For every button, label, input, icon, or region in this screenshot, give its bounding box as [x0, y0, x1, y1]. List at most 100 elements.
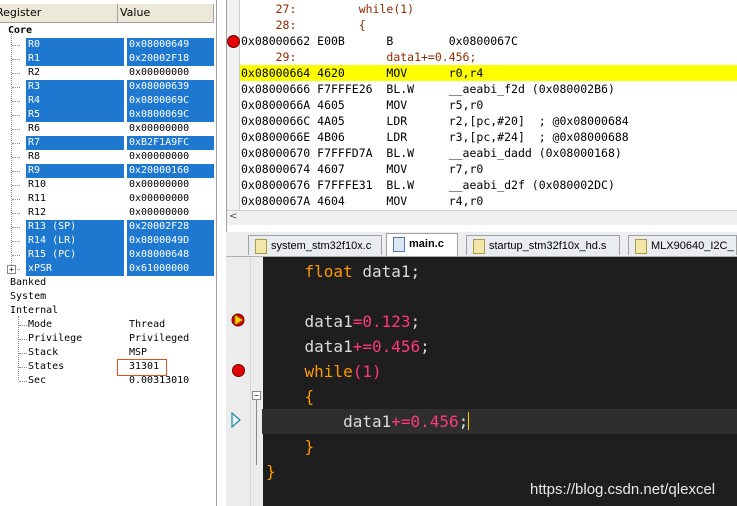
internal-name: Sec: [28, 375, 47, 386]
asm-line[interactable]: 0x0800066C 4A05 LDR r2,[pc,#20] ; @0x080…: [241, 113, 629, 129]
code-line: data1+=0.456;: [266, 337, 430, 356]
register-value[interactable]: 0x00000000: [129, 122, 189, 136]
breakpoint-icon[interactable]: [227, 35, 240, 48]
c-file-icon: [255, 239, 267, 254]
code-editor[interactable]: − float data1; data1=0.123; data1+=0.456…: [226, 257, 737, 506]
register-row[interactable]: R4 0x0800069C: [0, 94, 214, 108]
register-value[interactable]: 0x0800069C: [127, 94, 214, 108]
register-value[interactable]: 0x00000000: [129, 192, 189, 206]
register-value[interactable]: 0x0800069C: [127, 108, 214, 122]
register-column-header[interactable]: Register: [0, 4, 118, 22]
tree-branch: [12, 101, 20, 102]
value-column-header[interactable]: Value: [118, 4, 214, 22]
register-row[interactable]: R2 0x00000000: [0, 66, 214, 80]
editor-gutter[interactable]: [226, 257, 250, 506]
tab-startup-stm32f10x-hd[interactable]: startup_stm32f10x_hd.s: [466, 235, 620, 255]
internal-row[interactable]: Sec 0.00313010: [0, 374, 214, 388]
register-value[interactable]: 0x00000000: [129, 150, 189, 164]
register-row[interactable]: R11 0x00000000: [0, 192, 214, 206]
internal-row[interactable]: Mode Thread: [0, 318, 214, 332]
register-row[interactable]: R8 0x00000000: [0, 150, 214, 164]
disassembly-gutter[interactable]: [227, 0, 240, 212]
tree-branch: [12, 45, 20, 46]
tab-mlx90640-i2c[interactable]: MLX90640_I2C_: [628, 235, 737, 255]
register-value[interactable]: 0x00000000: [129, 206, 189, 220]
fold-toggle-icon[interactable]: −: [252, 391, 261, 400]
asm-line[interactable]: 0x0800067A 4604 MOV r4,r0: [241, 193, 483, 209]
register-row[interactable]: R10 0x00000000: [0, 178, 214, 192]
register-row[interactable]: R7 0xB2F1A9FC: [0, 136, 214, 150]
register-row[interactable]: R12 0x00000000: [0, 206, 214, 220]
tab-system-stm32f10x[interactable]: system_stm32f10x.c: [248, 235, 382, 255]
tab-main-c[interactable]: main.c: [386, 233, 458, 256]
asm-line[interactable]: 0x08000676 F7FFFE31 BL.W __aeabi_d2f (0x…: [241, 177, 615, 193]
register-value[interactable]: 0x0800049D: [127, 234, 214, 248]
fold-line: [256, 400, 257, 465]
asm-line[interactable]: 0x08000666 F7FFFE26 BL.W __aeabi_f2d (0x…: [241, 81, 615, 97]
register-row[interactable]: R1 0x20002F18: [0, 52, 214, 66]
register-row[interactable]: R5 0x0800069C: [0, 108, 214, 122]
register-row[interactable]: R14 (LR) 0x0800049D: [0, 234, 214, 248]
register-name: R11: [28, 193, 47, 204]
internal-value[interactable]: Privileged: [129, 332, 189, 346]
register-row[interactable]: R0 0x08000649: [0, 38, 214, 52]
internal-value[interactable]: Thread: [129, 318, 165, 332]
internal-value[interactable]: MSP: [129, 346, 147, 360]
register-value[interactable]: 0x20000160: [127, 164, 214, 178]
register-row[interactable]: R9 0x20000160: [0, 164, 214, 178]
register-name: R12: [28, 207, 47, 218]
tree-branch: [19, 381, 27, 382]
source-line[interactable]: 28: {: [241, 17, 366, 33]
asm-line[interactable]: 0x08000674 4607 MOV r7,r0: [241, 161, 483, 177]
internal-value[interactable]: 0.00313010: [129, 374, 189, 388]
expand-icon[interactable]: +: [7, 265, 16, 274]
group-banked[interactable]: Banked: [10, 276, 46, 290]
group-system[interactable]: System: [10, 290, 46, 304]
register-value[interactable]: 0xB2F1A9FC: [127, 136, 214, 150]
register-value[interactable]: 0x61000000: [127, 262, 214, 276]
asm-line[interactable]: 0x08000664 4620 MOV r0,r4: [241, 65, 483, 81]
internal-row[interactable]: States 31301: [0, 360, 214, 374]
breakpoint-icon[interactable]: [232, 364, 245, 377]
asm-file-icon: [473, 239, 485, 254]
internal-name: Stack: [28, 347, 59, 358]
register-name: R6: [28, 123, 41, 134]
code-line: }: [304, 437, 315, 456]
asm-line[interactable]: 0x08000670 F7FFFD7A BL.W __aeabi_dadd (0…: [241, 145, 622, 161]
tree-branch: [12, 255, 20, 256]
code-line: while(1): [304, 362, 382, 381]
register-row[interactable]: R15 (PC) 0x08000648: [0, 248, 214, 262]
register-name: R4: [26, 94, 124, 108]
register-name: R0: [26, 38, 124, 52]
source-line[interactable]: 27: while(1): [241, 1, 414, 17]
register-row[interactable]: R3 0x08000639: [0, 80, 214, 94]
asm-line[interactable]: 0x08000662 E00B B 0x0800067C: [241, 33, 518, 49]
register-value[interactable]: 0x08000639: [127, 80, 214, 94]
register-value[interactable]: 0x00000000: [129, 178, 189, 192]
disassembly-horizontal-scrollbar[interactable]: <: [227, 210, 737, 225]
register-row[interactable]: R13 (SP) 0x20002F28: [0, 220, 214, 234]
register-name: R5: [26, 108, 124, 122]
c-file-icon: [393, 237, 405, 252]
asm-line[interactable]: 0x0800066E 4B06 LDR r3,[pc,#24] ; @0x080…: [241, 129, 629, 145]
internal-row[interactable]: Stack MSP: [0, 346, 214, 360]
breakpoint-current-arrow-icon[interactable]: [231, 312, 247, 328]
tree-branch: [19, 339, 27, 340]
register-value[interactable]: 0x00000000: [129, 66, 189, 80]
scroll-left-arrow[interactable]: <: [229, 211, 237, 222]
asm-line[interactable]: 0x0800066A 4605 MOV r5,r0: [241, 97, 483, 113]
tab-label: system_stm32f10x.c: [271, 240, 372, 252]
tree-branch: [19, 367, 27, 368]
register-value[interactable]: 0x08000648: [127, 248, 214, 262]
register-value[interactable]: 0x20002F18: [127, 52, 214, 66]
internal-row[interactable]: Privilege Privileged: [0, 332, 214, 346]
source-line[interactable]: 29: data1+=0.456;: [241, 49, 477, 65]
watermark-text: https://blog.csdn.net/qlexcel: [530, 481, 716, 498]
register-name: xPSR: [26, 262, 124, 276]
register-value[interactable]: 0x08000649: [127, 38, 214, 52]
register-value[interactable]: 0x20002F28: [127, 220, 214, 234]
register-row[interactable]: R6 0x00000000: [0, 122, 214, 136]
editor-fold-margin: [250, 257, 263, 506]
tree-branch: [12, 73, 20, 74]
register-row[interactable]: + xPSR 0x61000000: [0, 262, 214, 276]
